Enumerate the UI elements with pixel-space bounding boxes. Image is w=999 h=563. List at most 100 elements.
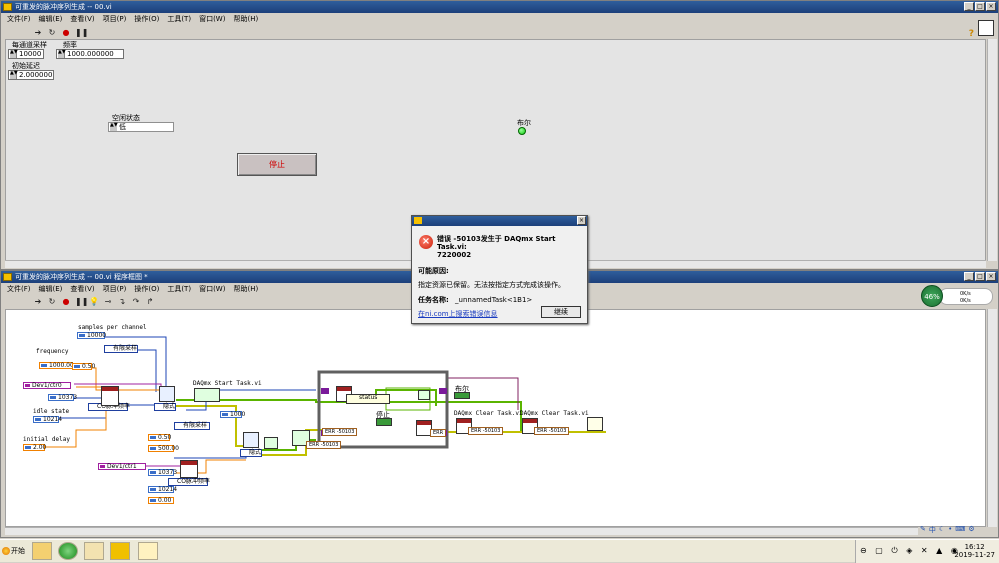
menu-window[interactable]: 窗口(W) bbox=[199, 284, 225, 295]
menu-view[interactable]: 查看(V) bbox=[70, 14, 94, 25]
highlight-execution-icon[interactable]: 💡 bbox=[89, 297, 99, 307]
clock[interactable]: 16:12 2019-11-27 bbox=[954, 543, 995, 559]
idle-state-constant-2[interactable]: 10214 bbox=[148, 486, 177, 493]
or-node[interactable] bbox=[418, 390, 430, 400]
labview-vi-icon bbox=[414, 217, 422, 224]
step-into-icon[interactable]: ↴ bbox=[117, 297, 127, 307]
retain-wire-values-icon[interactable]: ⊸ bbox=[103, 297, 113, 307]
run-continuously-icon[interactable]: ↻ bbox=[47, 297, 57, 307]
create-channel-node-2[interactable] bbox=[180, 460, 198, 478]
start-button[interactable]: 开始 bbox=[0, 542, 30, 560]
error-dialog-titlebar[interactable]: × bbox=[412, 216, 587, 226]
menu-tools[interactable]: 工具(T) bbox=[167, 284, 191, 295]
front-panel-titlebar[interactable]: 可重发的脉冲序列生成 -- 00.vi _ □ × bbox=[1, 1, 998, 13]
counter-channel-control-2[interactable]: Dev1/ctr1 bbox=[98, 463, 146, 470]
samples-terminal[interactable]: 10000 bbox=[77, 332, 106, 339]
frequency-constant-2[interactable]: 500.00 bbox=[148, 445, 179, 452]
menu-edit[interactable]: 编辑(E) bbox=[39, 14, 63, 25]
taskbar-360-icon[interactable] bbox=[58, 542, 78, 560]
block-diagram-vscroll[interactable] bbox=[987, 309, 997, 527]
initial-delay-terminal[interactable]: 2.00 bbox=[23, 444, 46, 451]
close-icon[interactable]: × bbox=[986, 272, 996, 281]
taskbar-ni-max-icon[interactable] bbox=[84, 542, 104, 560]
duty-cycle-constant-2[interactable]: 0.50 bbox=[148, 434, 171, 441]
implicit-timing-selector-2[interactable]: 隐式 bbox=[240, 449, 262, 457]
frequency-terminal[interactable]: 1000.00 bbox=[39, 362, 74, 369]
ime-icon[interactable]: ✎ bbox=[920, 525, 926, 535]
minimize-icon[interactable]: _ bbox=[964, 272, 974, 281]
network-speed-widget[interactable]: 0K/s 0K/s 46% bbox=[921, 285, 995, 309]
menu-help[interactable]: 帮助(H) bbox=[233, 14, 258, 25]
abort-icon[interactable]: ● bbox=[61, 297, 71, 307]
start-task-node[interactable] bbox=[194, 388, 220, 402]
taskbar-labview-icon[interactable] bbox=[110, 542, 130, 560]
timing-node-2[interactable] bbox=[243, 432, 259, 448]
error-handler-node[interactable] bbox=[587, 417, 603, 431]
moon-icon[interactable]: ☾ bbox=[939, 525, 945, 535]
run-continuously-icon[interactable]: ↻ bbox=[47, 28, 57, 38]
menu-help[interactable]: 帮助(H) bbox=[233, 284, 258, 295]
sample-mode-constant-2[interactable]: 有限采样 bbox=[174, 422, 210, 430]
units-constant-2[interactable]: 10373 bbox=[148, 469, 177, 476]
maximize-icon[interactable]: □ bbox=[975, 272, 985, 281]
stop-terminal[interactable] bbox=[376, 418, 392, 426]
stop-button[interactable]: 停止 bbox=[237, 153, 317, 176]
menu-edit[interactable]: 编辑(E) bbox=[39, 284, 63, 295]
help-icon[interactable]: ? bbox=[969, 29, 974, 39]
idle-state-terminal[interactable]: 10214 bbox=[33, 416, 62, 423]
block-diagram-hscroll[interactable] bbox=[5, 527, 918, 535]
timing-node[interactable] bbox=[159, 386, 175, 402]
abort-icon[interactable]: ● bbox=[61, 28, 71, 38]
keyboard-icon[interactable]: ⌨ bbox=[955, 525, 965, 535]
menu-project[interactable]: 项目(P) bbox=[103, 14, 127, 25]
front-panel-vscroll[interactable] bbox=[987, 39, 997, 261]
duty-cycle-constant[interactable]: 0.50 bbox=[72, 363, 95, 370]
err-tag-1: ERR bbox=[325, 429, 336, 435]
initial-delay-control[interactable]: ▲▼ 2.000000 bbox=[8, 70, 54, 80]
taskbar-help-icon[interactable] bbox=[138, 542, 158, 560]
status-unbundle[interactable]: status bbox=[346, 394, 390, 404]
menu-operate[interactable]: 操作(O) bbox=[134, 14, 159, 25]
samples-constant-2[interactable]: 1000 bbox=[220, 411, 245, 418]
create-channel-node[interactable] bbox=[101, 386, 119, 406]
pause-icon[interactable]: ❚❚ bbox=[75, 28, 88, 38]
sample-mode-constant[interactable]: 有限采样 bbox=[104, 345, 138, 353]
frequency-control[interactable]: ▲▼ 1000.000000 bbox=[56, 49, 124, 59]
menu-view[interactable]: 查看(V) bbox=[70, 284, 94, 295]
close-icon[interactable]: × bbox=[577, 216, 586, 225]
idle-state-ring[interactable]: ▲▼ 低 bbox=[108, 122, 174, 132]
settings-icon[interactable]: ⚙ bbox=[968, 525, 974, 535]
taskbar-explorer-icon[interactable] bbox=[32, 542, 52, 560]
status-label: status bbox=[359, 394, 378, 401]
labview-vi-icon bbox=[3, 273, 12, 281]
samples-control[interactable]: ▲▼ 10000 bbox=[8, 49, 44, 59]
close-icon[interactable]: × bbox=[986, 2, 996, 11]
pause-icon[interactable]: ❚❚ bbox=[75, 297, 88, 307]
units-constant[interactable]: 10373 bbox=[48, 394, 77, 401]
search-error-link[interactable]: 在ni.com上搜索错误信息 bbox=[418, 309, 498, 319]
continue-button[interactable]: 继续 bbox=[541, 306, 581, 318]
menu-window[interactable]: 窗口(W) bbox=[199, 14, 225, 25]
block-diagram-title: 可重发的脉冲序列生成 -- 00.vi 程序框图 * bbox=[15, 273, 148, 281]
chinese-input-icon[interactable]: 中 bbox=[929, 525, 936, 535]
implicit-timing-selector[interactable]: 隐式 bbox=[154, 403, 176, 411]
run-icon[interactable]: ➔ bbox=[33, 297, 43, 307]
co-pulse-freq-selector-2[interactable]: CO脉冲频率 bbox=[168, 478, 210, 486]
menu-file[interactable]: 文件(F) bbox=[7, 284, 31, 295]
run-icon[interactable]: ➔ bbox=[33, 28, 43, 38]
labview-vi-icon bbox=[3, 3, 12, 11]
step-over-icon[interactable]: ↷ bbox=[131, 297, 141, 307]
menu-operate[interactable]: 操作(O) bbox=[134, 284, 159, 295]
idle-state-label: idle state bbox=[33, 408, 70, 415]
maximize-icon[interactable]: □ bbox=[975, 2, 985, 11]
delay-constant-2[interactable]: 0.00 bbox=[148, 497, 174, 504]
menu-tools[interactable]: 工具(T) bbox=[167, 14, 191, 25]
menu-file[interactable]: 文件(F) bbox=[7, 14, 31, 25]
bool-indicator[interactable] bbox=[454, 392, 470, 399]
step-out-icon[interactable]: ↱ bbox=[145, 297, 155, 307]
minimize-icon[interactable]: _ bbox=[964, 2, 974, 11]
counter-channel-control[interactable]: Dev1/ctr0 bbox=[23, 382, 71, 389]
start-task-node-2[interactable] bbox=[264, 437, 278, 449]
dot-icon[interactable]: • bbox=[948, 525, 952, 535]
menu-project[interactable]: 项目(P) bbox=[103, 284, 127, 295]
